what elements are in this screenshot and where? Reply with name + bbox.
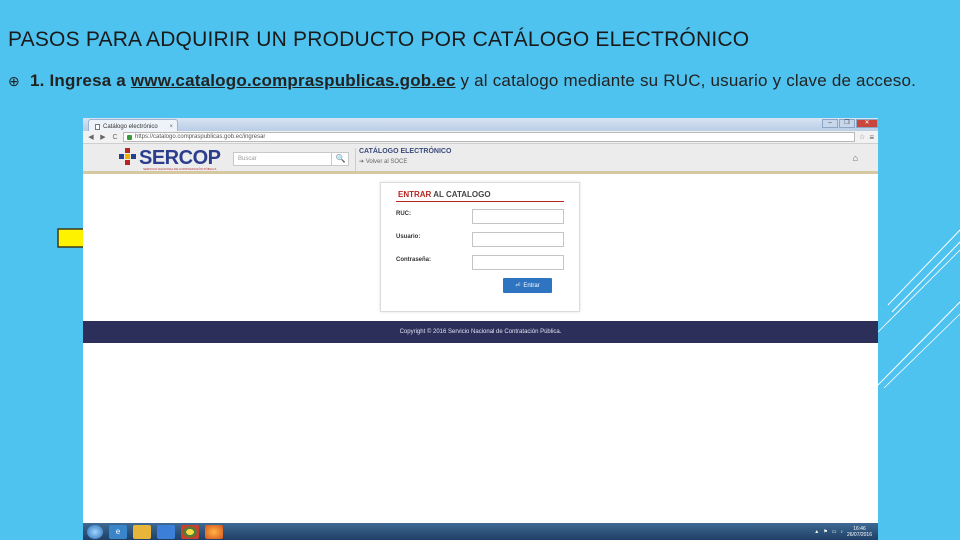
url-input[interactable]: https://catalogo.compraspublicas.gob.ec/… [123, 132, 856, 142]
logo-subtitle: SERVICIO NACIONAL DE CONTRATACIÓN PÚBLIC… [143, 167, 217, 171]
site-footer: Copyright © 2016 Servicio Nacional de Co… [83, 321, 878, 343]
clock-date: 26/07/2016 [846, 531, 872, 538]
back-icon[interactable]: ◀ [87, 133, 95, 141]
lock-icon [127, 134, 132, 140]
browser-tabbar: Catálogo electrónico × – ❐ ✕ [83, 118, 878, 131]
volume-icon[interactable]: ♪ [840, 529, 843, 535]
windows-taskbar: e ▲ ⚑ ▭ ♪ 16:46 26/07/2016 [83, 523, 878, 540]
bullet-icon: ⊕ [8, 73, 20, 89]
tray-expand-icon[interactable]: ▲ [814, 529, 819, 535]
back-to-soce-link[interactable]: ➔ Volver al SOCE [359, 158, 407, 165]
contrasena-input[interactable] [472, 255, 564, 270]
system-tray: ▲ ⚑ ▭ ♪ 16:46 26/07/2016 [814, 526, 878, 538]
flag-icon[interactable]: ⚑ [823, 529, 827, 535]
catalog-link[interactable]: www.catalogo.compraspublicas.gob.ec [131, 71, 456, 90]
enter-button-label: Entrar [523, 282, 540, 289]
usuario-label: Usuario: [396, 234, 421, 240]
site-header: SERCOP SERVICIO NACIONAL DE CONTRATACIÓN… [83, 144, 878, 174]
step-prefix: 1. Ingresa a [30, 71, 131, 90]
browser-screenshot: Catálogo electrónico × – ❐ ✕ ◀ ▶ C https… [83, 118, 878, 540]
ie-icon[interactable]: e [109, 524, 127, 539]
browser-menu-icon[interactable]: ≡ [869, 133, 874, 142]
step-suffix: y al catalogo mediante su RUC, usuario y… [455, 71, 917, 90]
window-controls: – ❐ ✕ [822, 119, 878, 128]
enter-button[interactable]: ⏎ Entrar [503, 278, 552, 293]
folder-icon[interactable] [133, 524, 151, 539]
login-heading-accent: ENTRAR [398, 190, 432, 199]
heading-underline [396, 201, 564, 202]
login-heading-rest: AL CATALOGO [431, 190, 491, 199]
media-icon[interactable] [157, 524, 175, 539]
sercop-logo[interactable]: SERCOP [119, 147, 221, 169]
ruc-input[interactable] [472, 209, 564, 224]
close-window-button[interactable]: ✕ [856, 119, 878, 128]
login-heading: ENTRAR AL CATALOGO [398, 190, 491, 199]
login-panel: ENTRAR AL CATALOGO RUC: Usuario: Contras… [380, 182, 580, 312]
address-bar: ◀ ▶ C https://catalogo.compraspublicas.g… [83, 131, 878, 144]
taskbar-clock[interactable]: 16:46 26/07/2016 [847, 526, 872, 538]
forward-icon[interactable]: ▶ [99, 133, 107, 141]
tab-close-icon[interactable]: × [169, 124, 173, 130]
search-icon[interactable]: 🔍 [331, 152, 349, 166]
header-divider [355, 148, 356, 172]
contrasena-label: Contraseña: [396, 257, 432, 263]
start-button-icon[interactable] [87, 524, 103, 539]
login-icon: ⏎ [515, 283, 521, 289]
bookmark-star-icon[interactable]: ☆ [859, 133, 865, 141]
slide-title: PASOS PARA ADQUIRIR UN PRODUCTO POR CATÁ… [8, 28, 750, 51]
minimize-button[interactable]: – [822, 119, 838, 128]
catalog-title: CATÁLOGO ELECTRÓNICO [359, 148, 452, 155]
home-icon[interactable]: ⌂ [853, 153, 858, 163]
chrome-icon[interactable] [181, 524, 199, 539]
tab-title: Catálogo electrónico [103, 123, 158, 130]
reload-icon[interactable]: C [111, 134, 119, 141]
firefox-icon[interactable] [205, 524, 223, 539]
url-text: https://catalogo.compraspublicas.gob.ec/… [135, 134, 266, 140]
network-icon[interactable]: ▭ [832, 529, 837, 535]
decorative-lines [877, 229, 960, 389]
step-text: 1. Ingresa a www.catalogo.compraspublica… [30, 70, 952, 92]
page-icon [95, 123, 100, 130]
step-bullet: ⊕ 1. Ingresa a www.catalogo.compraspubli… [8, 70, 952, 92]
browser-tab[interactable]: Catálogo electrónico × [88, 119, 178, 131]
logo-text: SERCOP [139, 147, 221, 169]
logo-mark-icon [119, 148, 137, 166]
ruc-label: RUC: [396, 211, 411, 217]
usuario-input[interactable] [472, 232, 564, 247]
maximize-button[interactable]: ❐ [839, 119, 855, 128]
